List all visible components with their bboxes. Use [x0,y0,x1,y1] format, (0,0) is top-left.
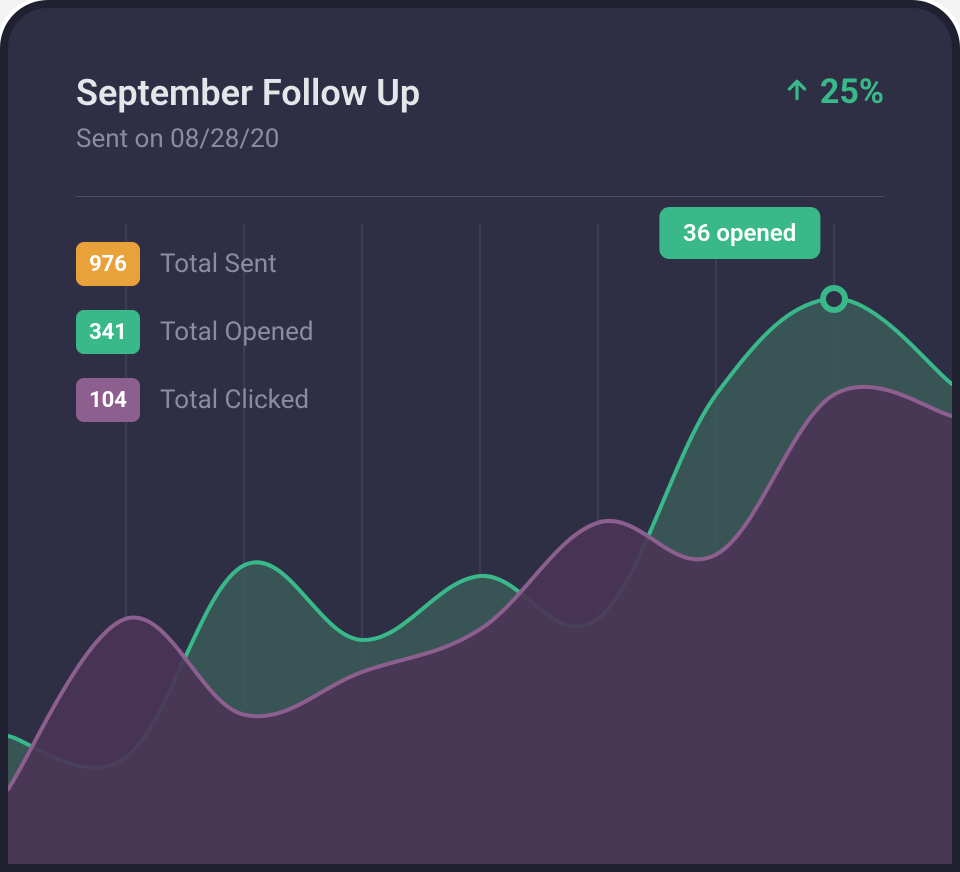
legend-item-clicked: 104 Total Clicked [76,378,314,422]
campaign-card: September Follow Up Sent on 08/28/20 25%… [0,0,960,872]
legend: 976 Total Sent 341 Total Opened 104 Tota… [76,242,314,422]
campaign-subtitle: Sent on 08/28/20 [76,124,420,154]
legend-label-opened: Total Opened [160,317,314,347]
arrow-up-icon [784,72,810,112]
campaign-title: September Follow Up [76,72,420,114]
change-value: 25% [820,72,884,112]
chart-tooltip: 36 opened [659,207,820,259]
card-header: September Follow Up Sent on 08/28/20 25% [8,8,952,154]
tooltip-text: 36 opened [683,219,796,247]
badge-clicked: 104 [76,378,140,422]
legend-item-opened: 341 Total Opened [76,310,314,354]
divider [76,196,884,197]
legend-label-clicked: Total Clicked [160,385,309,415]
badge-opened: 341 [76,310,140,354]
legend-item-sent: 976 Total Sent [76,242,314,286]
highlight-point [820,285,848,313]
badge-sent: 976 [76,242,140,286]
legend-label-sent: Total Sent [160,249,277,279]
change-indicator: 25% [784,72,884,112]
